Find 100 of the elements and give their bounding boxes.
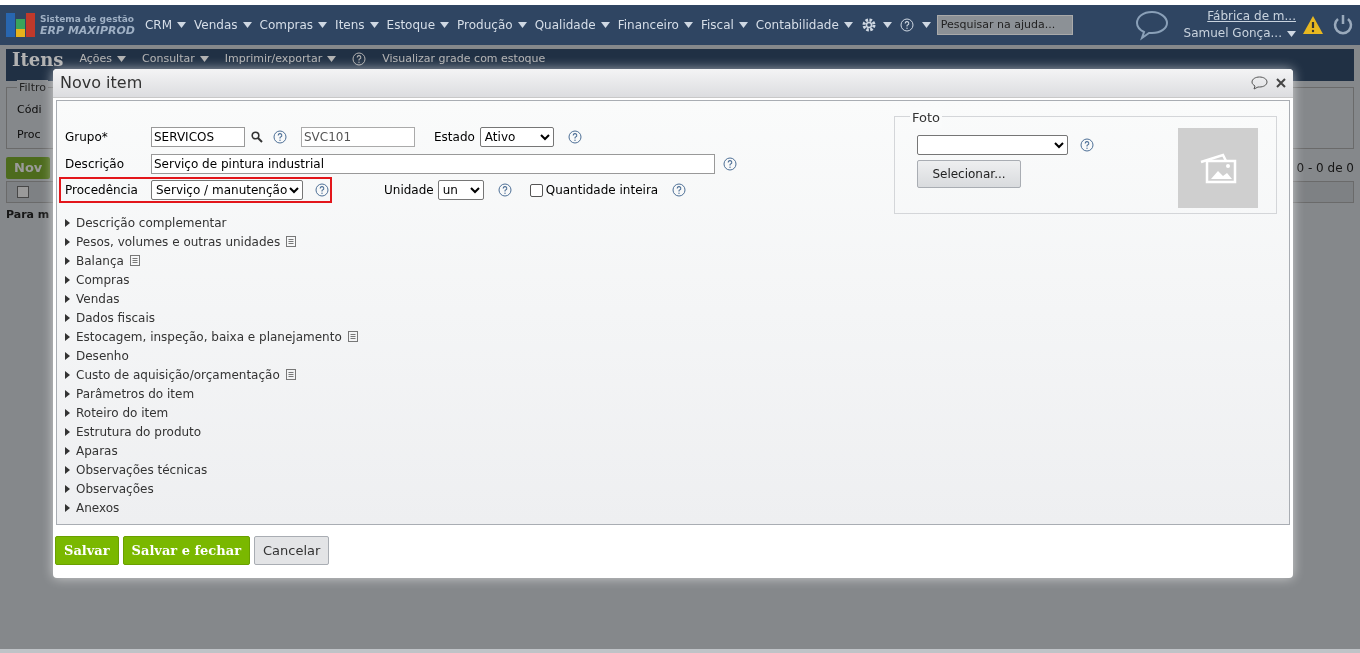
help-icon[interactable]: [497, 183, 512, 197]
toolbar-menu[interactable]: Imprimir/exportar: [224, 50, 337, 68]
triangle-icon: [65, 446, 71, 455]
menu-item[interactable]: Qualidade: [534, 16, 610, 34]
caret-icon: [242, 22, 252, 28]
section-toggle[interactable]: Estocagem, inspeção, baixa e planejamento: [65, 327, 342, 346]
section-toggle[interactable]: Observações: [65, 479, 154, 498]
filter-label: Códi: [17, 102, 42, 118]
caret-icon: [921, 22, 931, 28]
caret-icon: [369, 22, 379, 28]
caret-icon: [738, 22, 748, 28]
grid-link[interactable]: Visualizar grade com estoque: [382, 50, 546, 68]
triangle-icon: [65, 370, 71, 379]
unit-select[interactable]: un: [437, 180, 484, 200]
section-toggle[interactable]: Roteiro do item: [65, 403, 169, 422]
pager-text: 0 - 0 de 0: [1296, 160, 1354, 177]
toolbar-menu[interactable]: Ações: [79, 50, 127, 68]
triangle-icon: [65, 389, 71, 398]
photo-select[interactable]: [917, 135, 1068, 155]
warning-icon[interactable]: [1302, 15, 1324, 35]
menu-item[interactable]: Produção: [457, 16, 527, 34]
section-toggle[interactable]: Observações técnicas: [65, 460, 208, 479]
logo-title: ERP MAXIPROD: [40, 25, 135, 37]
caret-icon: [843, 22, 853, 28]
triangle-icon: [65, 465, 71, 474]
chevron-down-icon: [469, 186, 480, 194]
field-label: Descrição: [65, 156, 126, 173]
triangle-icon: [65, 484, 71, 493]
help-icon[interactable]: [567, 130, 582, 144]
menu-item[interactable]: CRM: [144, 16, 186, 34]
help-icon[interactable]: [1080, 138, 1094, 152]
caret-icon: [199, 56, 209, 62]
triangle-icon: [65, 427, 71, 436]
toolbar-menu[interactable]: Consultar: [142, 50, 209, 68]
caret-icon: [1287, 30, 1296, 37]
caret-icon: [117, 56, 127, 62]
section-toggle[interactable]: Parâmetros do item: [65, 384, 195, 403]
empty-grid-text: Para m: [6, 207, 50, 223]
comment-icon[interactable]: [1251, 76, 1268, 90]
triangle-icon: [65, 351, 71, 360]
chat-icon[interactable]: [1133, 9, 1170, 41]
chevron-down-icon: [539, 133, 550, 141]
section-toggle[interactable]: Estrutura do produto: [65, 422, 202, 441]
help-icon[interactable]: [315, 183, 329, 197]
help-icon[interactable]: [723, 157, 737, 171]
triangle-icon: [65, 313, 71, 322]
caret-icon: [517, 22, 527, 28]
triangle-icon: [65, 256, 71, 265]
field-label: Procedência: [65, 182, 139, 199]
triangle-icon: [65, 218, 71, 227]
caret-icon: [327, 56, 337, 62]
section-toggle[interactable]: Balança: [65, 251, 124, 270]
section-toggle[interactable]: Pesos, volumes e outras unidades: [65, 232, 281, 251]
power-icon[interactable]: [1332, 14, 1354, 36]
settings-icon[interactable]: [860, 17, 877, 33]
triangle-icon: [65, 294, 71, 303]
help-search-field[interactable]: Pesquisar na ajuda...: [936, 15, 1073, 35]
origin-select[interactable]: Serviço / manutenção: [151, 180, 303, 200]
help-icon[interactable]: [672, 183, 687, 197]
section-toggle[interactable]: Custo de aquisição/orçamentação: [65, 365, 280, 384]
menu-item[interactable]: Vendas: [194, 16, 252, 34]
search-icon[interactable]: [251, 131, 263, 143]
caret-icon: [600, 22, 610, 28]
integer-checkbox[interactable]: [529, 183, 543, 197]
field-label: Unidade: [384, 182, 434, 199]
filter-label: Proc: [17, 126, 41, 143]
logo-subtitle: Sistema de gestão: [40, 13, 135, 25]
caret-icon: [177, 22, 186, 28]
state-select[interactable]: Ativo: [479, 127, 554, 147]
menu-item[interactable]: Financeiro: [617, 16, 693, 34]
dialog-title: Novo item: [60, 72, 143, 94]
menu-item[interactable]: Estoque: [386, 16, 450, 34]
group-field[interactable]: SERVICOS: [151, 127, 245, 147]
menu-item[interactable]: Compras: [259, 16, 328, 34]
section-toggle[interactable]: Vendas: [65, 289, 120, 308]
user-menu[interactable]: Samuel Gonça...: [1183, 25, 1296, 42]
close-icon[interactable]: [1276, 78, 1286, 88]
section-toggle[interactable]: Compras: [65, 270, 130, 289]
section-toggle[interactable]: Anexos: [65, 498, 120, 517]
code-field[interactable]: SVC101: [301, 127, 415, 147]
menu-item[interactable]: Contabilidade: [755, 16, 853, 34]
dialog-button[interactable]: Cancelar: [254, 536, 330, 565]
page-title: Itens: [12, 50, 64, 70]
description-field[interactable]: Serviço de pintura industrial: [151, 154, 715, 174]
section-toggle[interactable]: Descrição complementar: [65, 213, 227, 232]
select-photo-button[interactable]: Selecionar...: [917, 160, 1021, 188]
section-toggle[interactable]: Aparas: [65, 441, 118, 460]
chevron-down-icon: [289, 186, 299, 194]
field-label: Estado: [434, 129, 475, 146]
select-all-checkbox[interactable]: [17, 186, 29, 198]
section-toggle[interactable]: Desenho: [65, 346, 129, 365]
caret-icon: [882, 22, 892, 28]
menu-item[interactable]: Itens: [335, 16, 379, 34]
triangle-icon: [65, 332, 71, 341]
menu-item[interactable]: Fiscal: [700, 16, 748, 34]
section-toggle[interactable]: Dados fiscais: [65, 308, 155, 327]
company-link[interactable]: Fábrica de m...: [1207, 8, 1296, 25]
triangle-icon: [65, 408, 71, 417]
help-icon[interactable]: [273, 130, 287, 144]
triangle-icon: [65, 503, 71, 512]
